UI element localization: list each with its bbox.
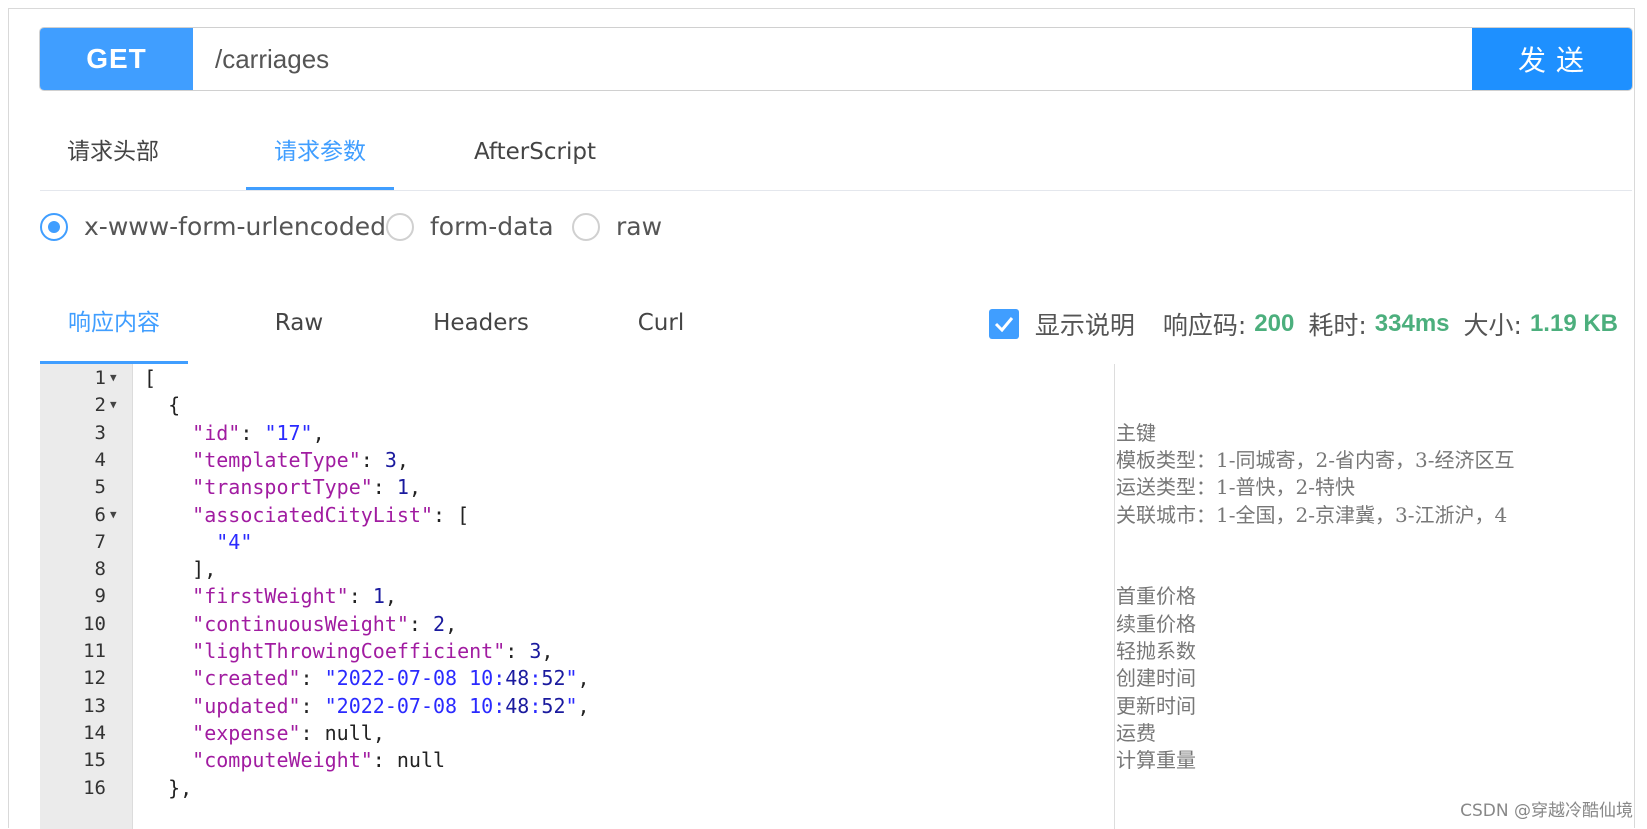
field-comment: 更新时间 — [1116, 693, 1196, 718]
code-text: "transportType": 1, — [192, 475, 421, 500]
tab-request-params[interactable]: 请求参数 — [246, 120, 394, 190]
time-value: 334ms — [1374, 310, 1450, 337]
radio-label: raw — [616, 212, 663, 241]
code-text: "associatedCityList": [ — [192, 502, 470, 527]
code-line: 9 "firstWeight": 1, 首重价格 — [40, 582, 1632, 610]
tab-headers[interactable]: Headers — [426, 288, 536, 364]
line-number: 9 — [94, 585, 106, 608]
code-line: 8 ], — [40, 555, 1632, 583]
tab-curl[interactable]: Curl — [626, 288, 696, 364]
show-desc-label[interactable]: 显示说明 — [1035, 306, 1135, 342]
code-text: "expense": null, — [192, 720, 385, 745]
code-line: 1 ▼ [ — [40, 364, 1632, 392]
line-number: 15 — [83, 749, 106, 772]
field-comment: 运送类型：1-普快，2-特快 — [1116, 475, 1355, 500]
fold-toggle-icon[interactable]: ▼ — [110, 391, 117, 419]
watermark: CSDN @穿越冷酷仙境 — [1460, 801, 1633, 821]
field-comment: 关联城市：1-全国，2-京津冀，3-江浙沪，4 — [1116, 502, 1508, 527]
code-line: 4 "templateType": 3, 模板类型：1-同城寄，2-省内寄，3-经… — [40, 446, 1632, 474]
send-button[interactable]: 发送 — [1472, 28, 1632, 90]
tab-request-headers[interactable]: 请求头部 — [40, 120, 186, 190]
code-line: 7 "4" — [40, 528, 1632, 556]
code-text: { — [144, 393, 181, 418]
field-comment: 主键 — [1116, 420, 1156, 445]
code-line: 14 "expense": null, 运费 — [40, 719, 1632, 747]
radio-form-data[interactable]: form-data — [386, 212, 554, 241]
status-label: 响应码: — [1162, 311, 1247, 340]
request-tabs: 请求头部 请求参数 AfterScript — [40, 120, 1632, 191]
code-line: 2 ▼ { — [40, 391, 1632, 419]
line-number: 16 — [83, 776, 106, 799]
tab-response-content[interactable]: 响应内容 — [40, 288, 188, 364]
url-input[interactable] — [193, 28, 1472, 90]
fold-toggle-icon[interactable]: ▼ — [110, 501, 117, 529]
size-value: 1.19 KB — [1529, 310, 1618, 337]
line-number: 1 — [94, 367, 106, 389]
code-text: "4" — [216, 529, 253, 554]
response-code-viewer[interactable]: 1 ▼[2 ▼ {3 "id": "17", 主键 4 "templateType": … — [40, 364, 1632, 829]
status-value: 200 — [1254, 310, 1295, 337]
line-number: 14 — [83, 721, 106, 744]
code-text: "firstWeight": 1, — [192, 584, 397, 609]
field-comment: 创建时间 — [1116, 666, 1196, 691]
size-label: 大小: — [1463, 311, 1522, 340]
code-line: 13 "updated": "2022-07-08 10:48:52", 更新时间 — [40, 692, 1632, 720]
field-comment: 模板类型：1-同城寄，2-省内寄，3-经济区互 — [1116, 447, 1515, 472]
line-number: 13 — [83, 694, 106, 717]
check-icon — [994, 317, 1013, 332]
code-line: 6 ▼ "associatedCityList": [ 关联城市：1-全国，2-京津… — [40, 501, 1632, 529]
code-line: 12 "created": "2022-07-08 10:48:52", 创建时间 — [40, 664, 1632, 692]
code-line: 5 "transportType": 1, 运送类型：1-普快，2-特快 — [40, 473, 1632, 501]
code-line: 16 }, — [40, 774, 1632, 802]
code-line: 10 "continuousWeight": 2, 续重价格 — [40, 610, 1632, 638]
code-text: "id": "17", — [192, 420, 325, 445]
code-text: "computeWeight": null — [192, 748, 446, 773]
line-number: 8 — [94, 558, 106, 581]
line-number: 12 — [83, 667, 106, 690]
code-text: ], — [144, 557, 217, 582]
radio-dot-icon — [40, 212, 68, 241]
field-comment: 首重价格 — [1116, 584, 1196, 609]
fold-toggle-icon[interactable]: ▼ — [110, 364, 117, 392]
line-number: 6 — [94, 503, 106, 526]
radio-label: x-www-form-urlencoded — [84, 212, 386, 241]
line-number: 5 — [94, 476, 106, 499]
line-number: 7 — [94, 530, 106, 553]
field-comment: 运费 — [1116, 720, 1156, 745]
line-number: 11 — [83, 640, 106, 662]
field-comment: 续重价格 — [1116, 611, 1196, 636]
request-bar: GET 发送 — [40, 28, 1632, 90]
radio-raw[interactable]: raw — [572, 212, 662, 241]
response-meta: 显示说明 响应码: 200 耗时: 334ms 大小: 1.19 KB — [988, 306, 1618, 342]
response-tabs: 响应内容 Raw Headers Curl 显示说明 响应码: 200 耗时: … — [40, 288, 1632, 365]
code-text: }, — [144, 775, 193, 800]
show-desc-checkbox[interactable] — [988, 309, 1019, 339]
code-text: "lightThrowingCoefficient": 3, — [192, 639, 554, 663]
code-line: 11 "lightThrowingCoefficient": 3, 轻抛系数 — [40, 637, 1632, 665]
code-text: "templateType": 3, — [192, 447, 409, 472]
radio-urlencoded[interactable]: x-www-form-urlencoded — [40, 212, 386, 241]
method-select[interactable]: GET — [40, 28, 193, 90]
tab-afterscript[interactable]: AfterScript — [460, 120, 610, 190]
field-comment: 计算重量 — [1116, 748, 1196, 773]
radio-dot-icon — [572, 212, 600, 241]
code-line: 15 "computeWeight": null 计算重量 — [40, 746, 1632, 774]
time-label: 耗时: — [1308, 311, 1367, 340]
line-number: 4 — [94, 448, 106, 471]
code-text: "continuousWeight": 2, — [192, 611, 458, 636]
radio-dot-icon — [386, 212, 414, 241]
code-text: "updated": "2022-07-08 10:48:52", — [192, 693, 590, 718]
tab-raw[interactable]: Raw — [254, 288, 344, 364]
line-number: 2 — [94, 394, 106, 417]
code-text: "created": "2022-07-08 10:48:52", — [192, 666, 590, 691]
code-line: 3 "id": "17", 主键 — [40, 419, 1632, 447]
code-text: [ — [144, 366, 157, 390]
line-number: 10 — [83, 612, 106, 635]
radio-label: form-data — [430, 212, 554, 241]
line-number: 3 — [94, 421, 106, 444]
field-comment: 轻抛系数 — [1116, 639, 1196, 663]
